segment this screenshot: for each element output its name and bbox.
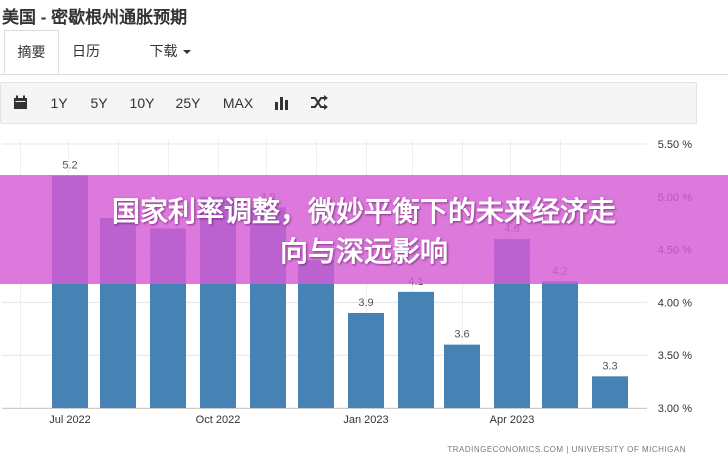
bar-feb-2023 xyxy=(398,291,434,408)
y-tick-label: 5.50 % xyxy=(658,139,692,151)
shuffle-icon[interactable] xyxy=(310,95,328,115)
bar-may-2023 xyxy=(542,281,578,408)
range-5y-button[interactable]: 5Y xyxy=(85,83,113,123)
range-max-button[interactable]: MAX xyxy=(219,83,257,123)
bar-jun-2023 xyxy=(592,376,628,408)
tab-download-label: 下载 xyxy=(149,43,178,59)
tab-summary[interactable]: 摘要 xyxy=(4,30,59,74)
tab-calendar-label: 日历 xyxy=(72,43,100,59)
y-tick-label: 3.50 % xyxy=(658,350,692,362)
y-tick-label: 3.00 % xyxy=(658,403,692,415)
tab-bar: 摘要 日历 下载 xyxy=(0,30,728,75)
chart-toolbar: 1Y 5Y 10Y 25Y MAX xyxy=(0,82,697,124)
chevron-down-icon xyxy=(182,50,191,55)
x-tick-label: Jul 2022 xyxy=(49,414,91,426)
range-1y-button[interactable]: 1Y xyxy=(45,83,73,123)
page-title: 美国 - 密歇根州通胀预期 xyxy=(2,8,188,27)
y-tick-label: 4.00 % xyxy=(658,297,692,309)
tab-download[interactable]: 下载 xyxy=(135,30,205,73)
range-25y-button[interactable]: 25Y xyxy=(171,83,205,123)
tab-summary-label: 摘要 xyxy=(17,44,46,60)
bar-chart-icon[interactable] xyxy=(274,95,290,115)
tab-calendar[interactable]: 日历 xyxy=(60,30,112,73)
calendar-icon[interactable] xyxy=(13,95,28,115)
bar-mar-2023 xyxy=(444,344,480,408)
data-label: 5.2 xyxy=(62,160,77,172)
data-label: 3.3 xyxy=(602,360,617,372)
x-tick-label: Apr 2023 xyxy=(490,414,535,426)
title-bar: 美国 - 密歇根州通胀预期 xyxy=(0,0,728,28)
headline-text: 国家利率调整，微妙平衡下的未来经济走 向与深远影响 xyxy=(0,192,728,272)
data-label: 3.9 xyxy=(358,297,373,309)
headline-line-1: 国家利率调整，微妙平衡下的未来经济走 xyxy=(111,195,616,228)
x-tick-label: Oct 2022 xyxy=(196,414,241,426)
bar-jan-2023 xyxy=(348,312,384,408)
source-credit: TRADINGECONOMICS.COM | UNIVERSITY OF MIC… xyxy=(447,445,686,454)
headline-line-2: 向与深远影响 xyxy=(279,235,448,268)
range-10y-button[interactable]: 10Y xyxy=(125,83,159,123)
data-label: 3.6 xyxy=(454,329,469,341)
x-tick-label: Jan 2023 xyxy=(343,414,388,426)
